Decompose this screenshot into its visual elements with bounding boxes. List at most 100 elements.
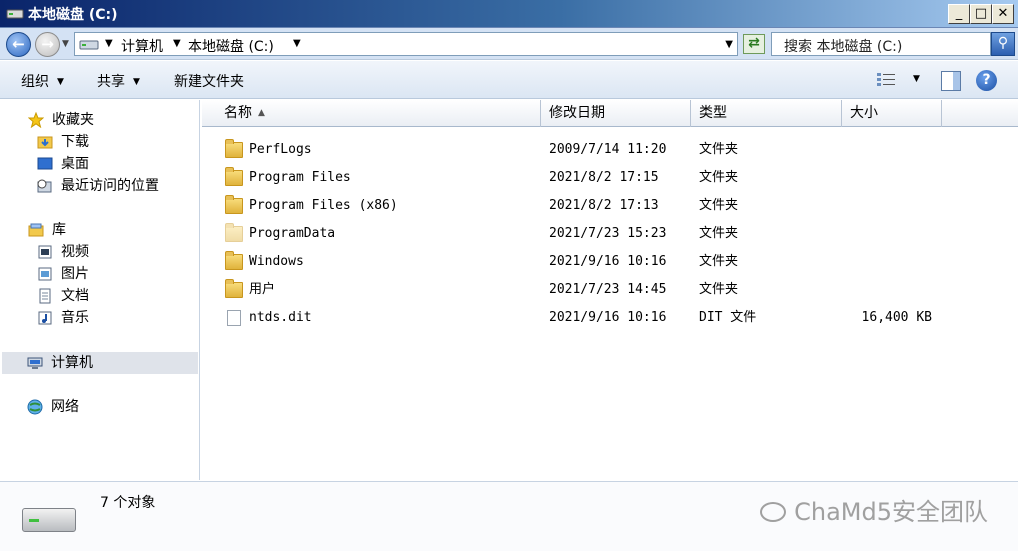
file-row[interactable]: Program Files (x86) 2021/8/2 17:13 文件夹 bbox=[202, 192, 1018, 220]
chevron-right-icon[interactable]: ▼ bbox=[105, 38, 113, 49]
command-bar: 组织 ▼ 共享 ▼ 新建文件夹 ▼ ? bbox=[0, 61, 1018, 99]
hidden-folder-icon bbox=[225, 223, 243, 242]
folder-icon bbox=[225, 139, 243, 158]
sidebar-item-label: 库 bbox=[52, 222, 66, 238]
download-folder-icon bbox=[37, 136, 53, 149]
sidebar-item-label: 视频 bbox=[61, 244, 89, 260]
maximize-button[interactable]: □ bbox=[970, 4, 992, 24]
file-date: 2021/9/16 10:16 bbox=[549, 310, 667, 325]
folder-icon bbox=[225, 251, 243, 270]
file-type: 文件夹 bbox=[699, 198, 739, 213]
watermark: ChaMd5安全团队 bbox=[760, 492, 988, 527]
file-row[interactable]: Program Files 2021/8/2 17:15 文件夹 bbox=[202, 164, 1018, 192]
file-name: PerfLogs bbox=[249, 142, 312, 157]
new-folder-button[interactable]: 新建文件夹 bbox=[174, 71, 244, 91]
computer-icon bbox=[79, 40, 99, 50]
file-row[interactable]: ProgramData 2021/7/23 15:23 文件夹 bbox=[202, 220, 1018, 248]
file-date: 2021/7/23 14:45 bbox=[549, 282, 667, 297]
file-type: DIT 文件 bbox=[699, 310, 757, 325]
file-date: 2021/9/16 10:16 bbox=[549, 254, 667, 269]
file-name: ProgramData bbox=[249, 226, 336, 241]
sidebar-item-label: 网络 bbox=[51, 399, 79, 415]
file-date: 2021/7/23 15:23 bbox=[549, 226, 667, 241]
breadcrumb-local-disk[interactable]: 本地磁盘 (C:) bbox=[188, 36, 274, 56]
file-date: 2021/8/2 17:15 bbox=[549, 170, 659, 185]
address-dropdown[interactable]: ▼ bbox=[725, 39, 733, 50]
sidebar-item-label: 下载 bbox=[61, 134, 89, 150]
file-type: 文件夹 bbox=[699, 142, 739, 157]
file-row[interactable]: PerfLogs 2009/7/14 11:20 文件夹 bbox=[202, 136, 1018, 164]
search-icon[interactable]: ⚲ bbox=[991, 32, 1015, 56]
music-icon bbox=[38, 311, 52, 325]
chevron-down-icon: ▼ bbox=[133, 77, 140, 87]
organize-label: 组织 bbox=[21, 74, 49, 90]
sort-ascending-icon: ▲ bbox=[258, 108, 265, 118]
refresh-button[interactable]: ⇄ bbox=[743, 34, 765, 54]
address-input[interactable]: ▼ 计算机 ▼ 本地磁盘 (C:) ▼ ▼ bbox=[74, 32, 738, 56]
recent-pages-dropdown[interactable]: ▼ bbox=[62, 39, 69, 49]
view-dropdown[interactable]: ▼ bbox=[913, 74, 920, 84]
file-type: 文件夹 bbox=[699, 170, 739, 185]
back-button[interactable]: ← bbox=[6, 32, 31, 57]
computer-icon bbox=[27, 357, 43, 369]
folder-icon bbox=[225, 195, 243, 214]
drive-icon bbox=[6, 9, 24, 19]
sidebar-item-label: 计算机 bbox=[51, 355, 93, 371]
sidebar-item-label: 桌面 bbox=[61, 156, 89, 172]
title-bar: 本地磁盘 (C:) _ □ ✕ bbox=[0, 0, 1018, 28]
navigation-pane: 收藏夹 下载 桌面 最近访问的位置 库 视频 图片 文档 音乐 计算机 网络 bbox=[0, 100, 200, 480]
star-icon bbox=[28, 112, 44, 128]
file-date: 2021/8/2 17:13 bbox=[549, 198, 659, 213]
file-name: 用户 bbox=[249, 282, 276, 297]
file-row[interactable]: Windows 2021/9/16 10:16 文件夹 bbox=[202, 248, 1018, 276]
sidebar-item-label: 收藏夹 bbox=[52, 112, 94, 128]
chevron-right-icon[interactable]: ▼ bbox=[173, 38, 181, 49]
forward-button[interactable]: → bbox=[35, 32, 60, 57]
file-row[interactable]: 用户 2021/7/23 14:45 文件夹 bbox=[202, 276, 1018, 304]
hard-drive-icon bbox=[22, 508, 76, 532]
minimize-button[interactable]: _ bbox=[948, 4, 970, 24]
chevron-down-icon: ▼ bbox=[57, 77, 64, 87]
chevron-right-icon[interactable]: ▼ bbox=[293, 38, 301, 49]
library-icon bbox=[28, 223, 44, 237]
details-pane: 7 个对象 ChaMd5安全团队 bbox=[0, 481, 1018, 551]
sidebar-item-label: 音乐 bbox=[61, 310, 89, 326]
file-list: PerfLogs 2009/7/14 11:20 文件夹 Program Fil… bbox=[202, 127, 1018, 480]
file-date: 2009/7/14 11:20 bbox=[549, 142, 667, 157]
column-header-name[interactable]: 名称 ▲ bbox=[202, 100, 541, 127]
item-count: 7 个对象 bbox=[100, 495, 156, 511]
picture-icon bbox=[38, 267, 52, 281]
file-row[interactable]: ntds.dit 2021/9/16 10:16 DIT 文件 16,400 K… bbox=[202, 304, 1018, 332]
document-icon bbox=[39, 288, 51, 304]
folder-icon bbox=[225, 279, 243, 298]
share-button[interactable]: 共享 ▼ bbox=[97, 71, 140, 91]
view-options-icon[interactable] bbox=[876, 72, 896, 88]
file-type: 文件夹 bbox=[699, 282, 739, 297]
file-size: 16,400 KB bbox=[861, 310, 932, 325]
desktop-icon bbox=[37, 157, 53, 170]
file-icon bbox=[227, 310, 241, 326]
file-name: Windows bbox=[249, 254, 304, 269]
recent-places-icon bbox=[37, 179, 52, 193]
search-input[interactable]: 搜索 本地磁盘 (C:) bbox=[771, 32, 991, 56]
file-name: Program Files bbox=[249, 170, 351, 185]
share-label: 共享 bbox=[97, 74, 125, 90]
watermark-text: ChaMd5安全团队 bbox=[794, 498, 988, 526]
column-header-date[interactable]: 修改日期 bbox=[541, 100, 691, 127]
file-name: Program Files (x86) bbox=[249, 198, 398, 213]
folder-icon bbox=[225, 167, 243, 186]
column-headers: 名称 ▲ 修改日期 类型 大小 bbox=[202, 100, 1018, 127]
network-icon bbox=[27, 399, 43, 415]
preview-pane-icon[interactable] bbox=[941, 71, 961, 91]
column-header-size[interactable]: 大小 bbox=[842, 100, 942, 127]
breadcrumb-computer[interactable]: 计算机 bbox=[121, 36, 163, 56]
address-bar: ← → ▼ ▼ 计算机 ▼ 本地磁盘 (C:) ▼ ▼ ⇄ 搜索 本地磁盘 (C… bbox=[0, 28, 1018, 60]
column-header-label: 名称 bbox=[224, 105, 252, 121]
sidebar-item-label: 图片 bbox=[61, 266, 89, 282]
help-icon[interactable]: ? bbox=[976, 70, 997, 91]
close-button[interactable]: ✕ bbox=[992, 4, 1014, 24]
column-header-type[interactable]: 类型 bbox=[691, 100, 842, 127]
sidebar-item-label: 文档 bbox=[61, 288, 89, 304]
window-title: 本地磁盘 (C:) bbox=[28, 7, 118, 23]
organize-button[interactable]: 组织 ▼ bbox=[21, 71, 64, 91]
